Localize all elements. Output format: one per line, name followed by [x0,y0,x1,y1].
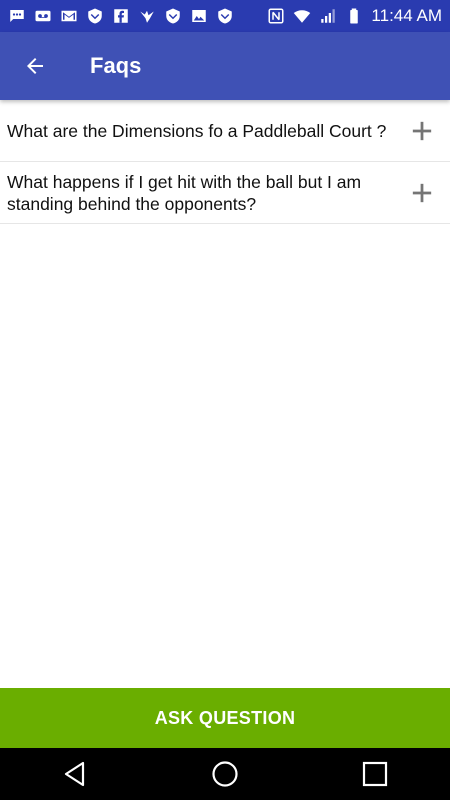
nav-back-button[interactable] [45,748,105,800]
voicemail-icon [34,7,52,25]
signal-icon [319,7,337,25]
navigation-bar [0,748,450,800]
app-bar: Faqs [0,32,450,100]
plus-icon [412,183,432,202]
bird-icon [138,7,156,25]
plus-icon [412,121,432,140]
ask-question-button[interactable]: ASK QUESTION [0,688,450,748]
image-icon [190,7,208,25]
nav-recents-button[interactable] [345,748,405,800]
expand-button[interactable] [402,173,442,213]
faq-list: What are the Dimensions fo a Paddleball … [0,100,450,224]
status-left-icons [8,7,234,25]
battery-icon [345,7,363,25]
faq-item[interactable]: What happens if I get hit with the ball … [0,162,450,224]
status-time: 11:44 AM [371,6,442,25]
page-title: Faqs [90,53,142,78]
nfc-icon [267,7,285,25]
expand-button[interactable] [402,111,442,151]
back-triangle-icon [64,761,85,787]
status-bar: 11:44 AM [0,0,450,32]
faq-question: What are the Dimensions fo a Paddleball … [7,120,387,141]
shield-icon [164,7,182,25]
nav-home-button[interactable] [195,748,255,800]
status-right-icons: 11:44 AM [267,6,442,26]
facebook-icon [112,7,130,25]
wifi-icon [293,7,311,25]
shield-icon [216,7,234,25]
home-circle-icon [212,761,238,787]
recents-square-icon [362,761,388,787]
faq-question: What happens if I get hit with the ball … [7,171,362,214]
shield-icon [86,7,104,25]
chat-icon [8,7,26,25]
back-button[interactable] [10,41,60,91]
arrow-back-icon [27,58,43,74]
gmail-icon [60,7,78,25]
faq-item[interactable]: What are the Dimensions fo a Paddleball … [0,100,450,162]
